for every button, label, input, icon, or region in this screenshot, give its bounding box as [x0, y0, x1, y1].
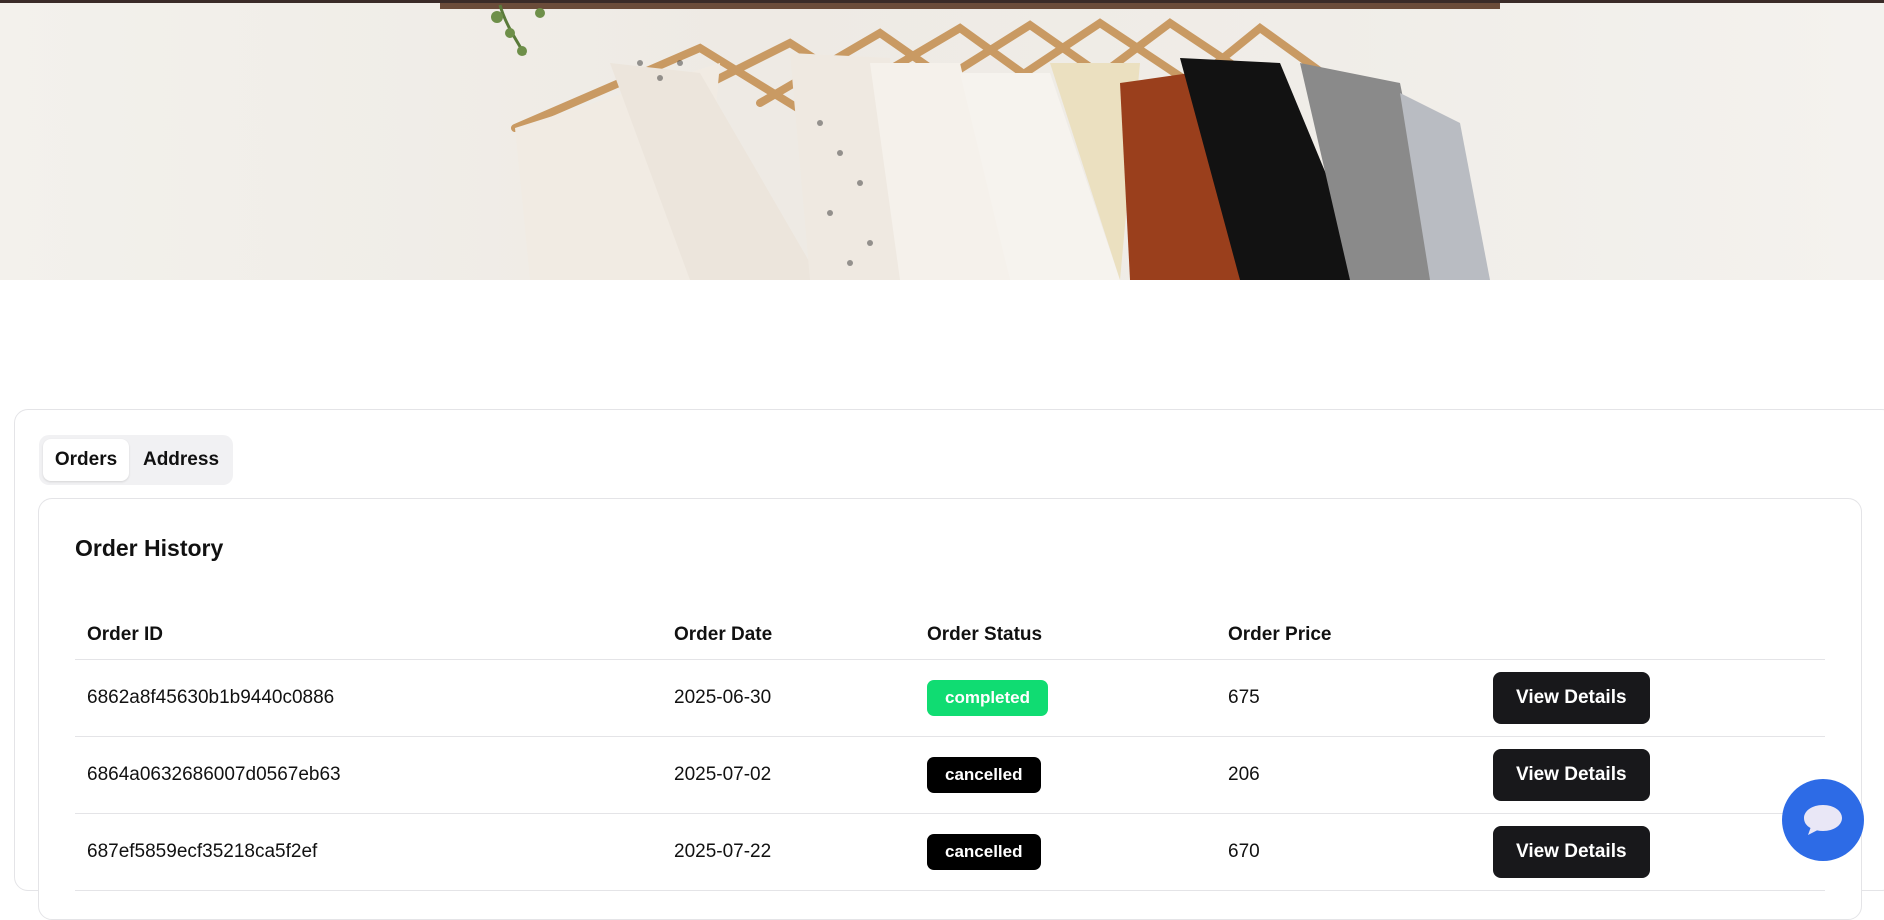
order-status-cell: completed [915, 659, 1216, 737]
order-price: 670 [1216, 813, 1481, 891]
order-history-panel: Order History Order ID Order Date Order … [38, 498, 1862, 920]
order-id: 687ef5859ecf35218ca5f2ef [75, 813, 662, 891]
panel-title: Order History [75, 535, 224, 561]
status-badge: cancelled [927, 834, 1041, 870]
table-header-row: Order ID Order Date Order Status Order P… [75, 611, 1825, 660]
order-date: 2025-07-22 [662, 813, 915, 891]
status-badge: cancelled [927, 757, 1041, 793]
table-row: 6862a8f45630b1b9440c0886 2025-06-30 comp… [75, 659, 1825, 737]
tab-orders[interactable]: Orders [43, 439, 129, 481]
order-action-cell: View Details [1481, 813, 1825, 891]
order-price: 675 [1216, 659, 1481, 737]
view-details-button[interactable]: View Details [1493, 826, 1650, 878]
order-price: 206 [1216, 736, 1481, 814]
order-date: 2025-06-30 [662, 659, 915, 737]
status-badge: completed [927, 680, 1049, 716]
orders-table: Order ID Order Date Order Status Order P… [75, 611, 1825, 891]
chat-button[interactable] [1782, 779, 1864, 861]
table-row: 687ef5859ecf35218ca5f2ef 2025-07-22 canc… [75, 813, 1825, 891]
order-action-cell: View Details [1481, 736, 1825, 814]
hero-banner-image [0, 3, 1884, 280]
column-header-order-id: Order ID [75, 611, 662, 660]
order-action-cell: View Details [1481, 659, 1825, 737]
order-id: 6862a8f45630b1b9440c0886 [75, 659, 662, 737]
column-header-order-price: Order Price [1216, 611, 1481, 660]
order-id: 6864a0632686007d0567eb63 [75, 736, 662, 814]
column-header-order-status: Order Status [915, 611, 1216, 660]
chat-bubble-icon [1804, 805, 1842, 835]
order-status-cell: cancelled [915, 813, 1216, 891]
view-details-button[interactable]: View Details [1493, 672, 1650, 724]
order-status-cell: cancelled [915, 736, 1216, 814]
column-header-order-date: Order Date [662, 611, 915, 660]
table-row: 6864a0632686007d0567eb63 2025-07-02 canc… [75, 736, 1825, 814]
column-header-actions [1481, 611, 1825, 660]
tab-list: Orders Address [39, 435, 233, 485]
view-details-button[interactable]: View Details [1493, 749, 1650, 801]
order-date: 2025-07-02 [662, 736, 915, 814]
tab-address[interactable]: Address [133, 439, 229, 481]
